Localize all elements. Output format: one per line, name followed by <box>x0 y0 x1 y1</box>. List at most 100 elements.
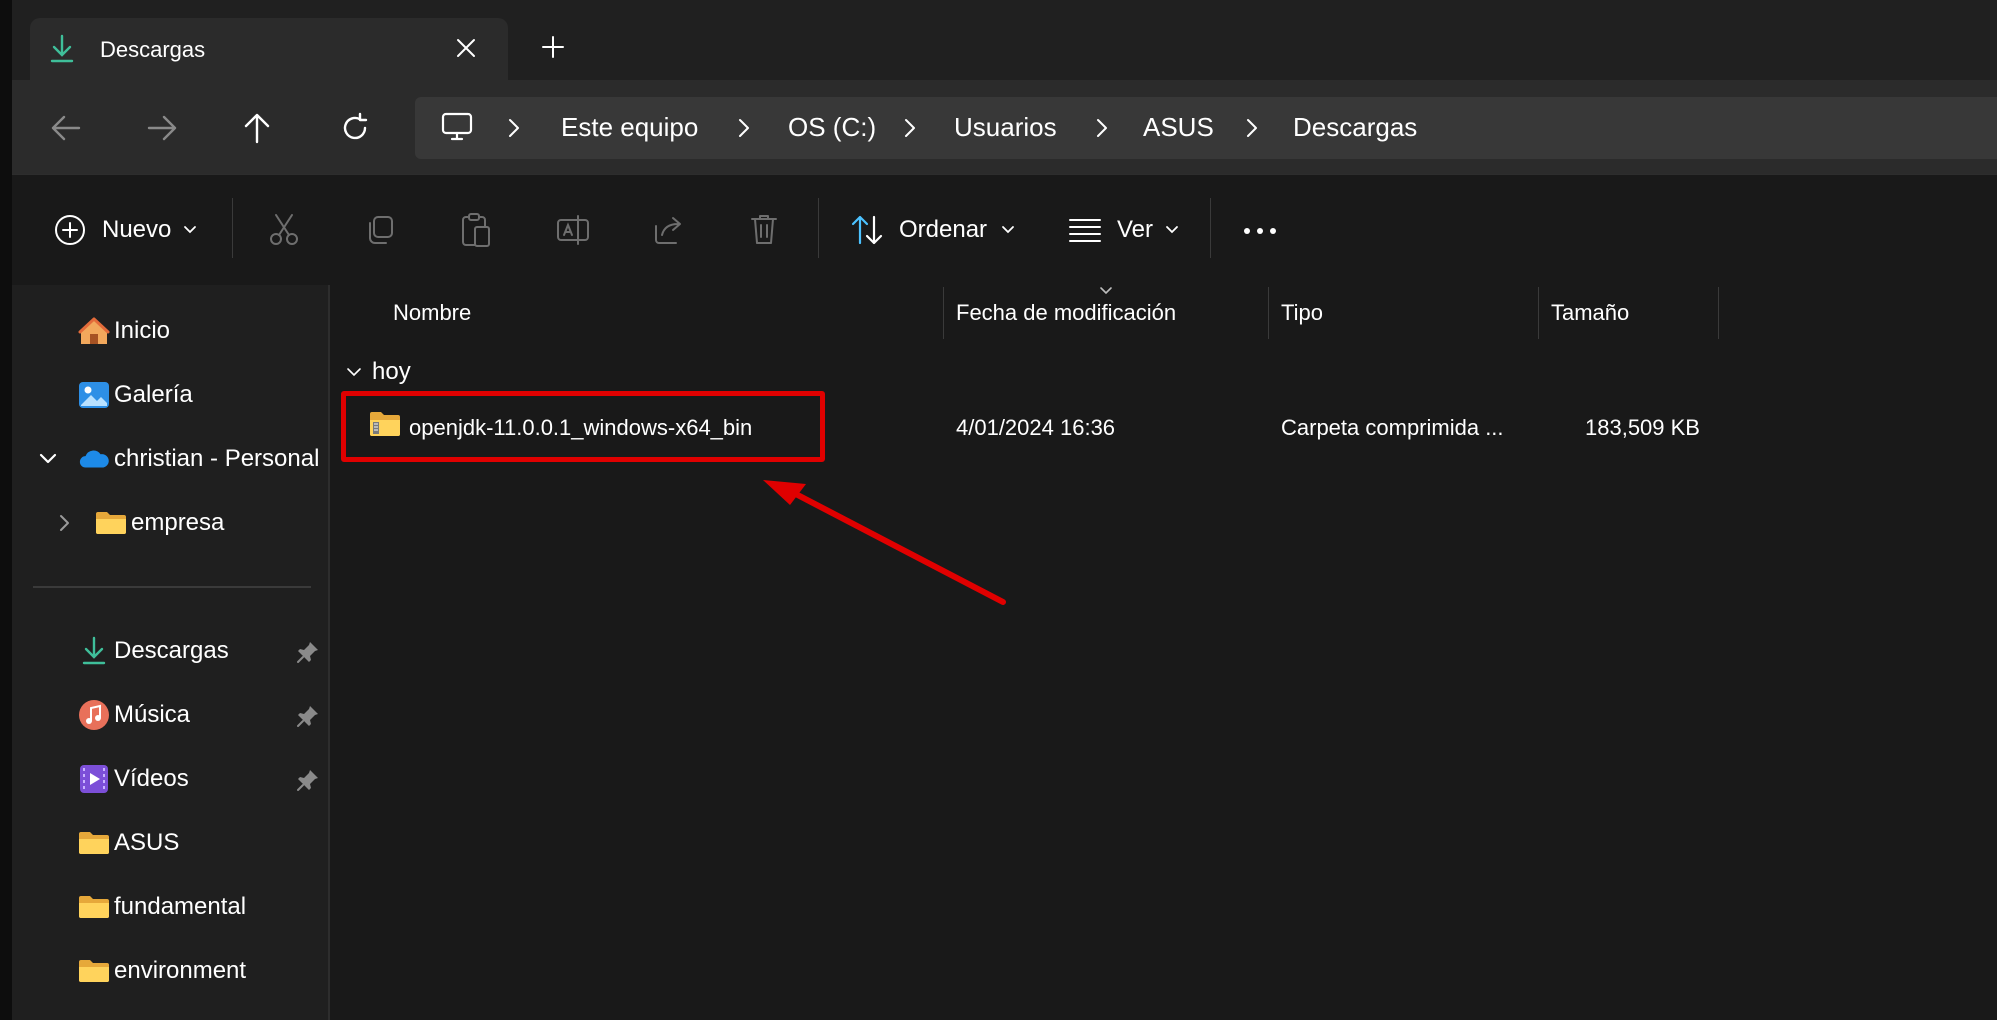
chevron-right-icon[interactable] <box>1095 117 1109 139</box>
quick-access-descargas[interactable]: Descargas <box>78 635 229 667</box>
copy-button[interactable] <box>364 214 396 246</box>
sidebar-item-label: fundamental <box>114 893 247 920</box>
chevron-right-icon[interactable] <box>737 117 751 139</box>
sidebar-item-label: ASUS <box>114 829 180 856</box>
quick-access-fundamental[interactable]: fundamental <box>78 891 246 923</box>
more-options-button[interactable] <box>1242 218 1278 244</box>
column-divider[interactable] <box>1268 287 1269 339</box>
music-icon <box>78 699 110 731</box>
quick-access-asus[interactable]: ASUS <box>78 827 179 859</box>
plus-icon <box>542 36 564 58</box>
download-icon <box>78 635 110 667</box>
list-view-icon <box>1068 216 1102 244</box>
new-button[interactable]: Nuevo <box>54 214 197 246</box>
window-edge <box>0 0 12 1020</box>
folder-icon <box>78 955 110 987</box>
paste-button[interactable] <box>460 212 492 248</box>
computer-icon[interactable] <box>441 112 473 142</box>
delete-button[interactable] <box>749 212 779 246</box>
sort-icon <box>850 214 884 246</box>
sidebar-item-inicio[interactable]: Inicio <box>78 315 170 347</box>
view-button[interactable]: Ver <box>1068 216 1179 244</box>
address-bar[interactable]: Este equipo OS (C:) Usuarios ASUS Descar… <box>415 97 1997 159</box>
sidebar-item-label: christian - Personal <box>114 445 320 472</box>
arrow-left-icon <box>51 115 81 141</box>
back-button[interactable] <box>46 108 86 148</box>
file-type: Carpeta comprimida ... <box>1281 415 1504 440</box>
rename-icon <box>557 215 589 245</box>
share-button[interactable] <box>652 214 686 246</box>
sidebar-item-onedrive[interactable]: christian - Personal <box>38 443 319 475</box>
breadcrumb-item-asus[interactable]: ASUS <box>1143 112 1214 143</box>
sort-button-label: Ordenar <box>899 216 988 243</box>
trash-icon <box>751 215 777 244</box>
sidebar-divider <box>33 586 311 588</box>
toolbar-divider <box>1210 198 1211 258</box>
sort-button[interactable]: Ordenar <box>850 214 1015 246</box>
chevron-down-icon <box>1165 225 1179 235</box>
tab-descargas[interactable]: Descargas <box>30 18 508 80</box>
column-header-size[interactable]: Tamaño <box>1551 300 1629 326</box>
toolbar-divider <box>232 198 233 258</box>
forward-button[interactable] <box>142 108 182 148</box>
sidebar-item-label: Vídeos <box>114 765 189 792</box>
chevron-right-icon[interactable] <box>1245 117 1259 139</box>
close-icon[interactable] <box>454 36 478 60</box>
more-icon <box>1244 228 1276 234</box>
new-button-label: Nuevo <box>102 216 172 243</box>
sidebar-item-label: Inicio <box>114 317 171 344</box>
folder-icon <box>78 827 110 859</box>
chevron-down-icon <box>183 225 197 235</box>
onedrive-icon <box>78 443 110 475</box>
sidebar-item-galeria[interactable]: Galería <box>78 379 193 411</box>
quick-access-musica[interactable]: Música <box>78 699 190 731</box>
file-date: 4/01/2024 16:36 <box>956 415 1116 440</box>
arrow-right-icon <box>147 115 177 141</box>
chevron-right-icon[interactable] <box>57 513 77 533</box>
video-icon <box>78 763 110 795</box>
add-circle-icon <box>54 214 86 246</box>
column-header-date[interactable]: Fecha de modificación <box>956 300 1176 326</box>
view-button-label: Ver <box>1117 216 1154 243</box>
group-label: hoy <box>372 358 411 385</box>
breadcrumb-item-os-c[interactable]: OS (C:) <box>788 112 876 143</box>
tab-title: Descargas <box>100 37 206 62</box>
pin-icon[interactable] <box>296 640 320 664</box>
chevron-right-icon[interactable] <box>507 117 521 139</box>
pin-icon[interactable] <box>296 768 320 792</box>
breadcrumb-item-este-equipo[interactable]: Este equipo <box>561 112 698 143</box>
column-divider[interactable] <box>943 287 944 339</box>
scissors-icon <box>270 214 298 245</box>
chevron-right-icon[interactable] <box>903 117 917 139</box>
breadcrumb-item-usuarios[interactable]: Usuarios <box>954 112 1057 143</box>
folder-icon <box>78 891 110 923</box>
sidebar-item-empresa[interactable]: empresa <box>57 507 224 539</box>
share-icon <box>655 217 681 244</box>
group-header-hoy[interactable]: hoy <box>346 358 411 386</box>
copy-icon <box>369 216 393 244</box>
breadcrumb-item-descargas[interactable]: Descargas <box>1293 112 1417 143</box>
quick-access-videos[interactable]: Vídeos <box>78 763 189 795</box>
column-divider[interactable] <box>1538 287 1539 339</box>
highlight-box <box>341 391 825 462</box>
folder-icon <box>95 507 127 539</box>
chevron-down-icon[interactable] <box>38 452 62 466</box>
arrow-up-icon <box>244 113 270 144</box>
quick-access-environment[interactable]: environment <box>78 955 246 987</box>
rename-button[interactable] <box>556 214 590 246</box>
cut-button[interactable] <box>268 212 300 246</box>
paste-icon <box>462 213 490 247</box>
column-header-name[interactable]: Nombre <box>393 300 471 326</box>
pin-icon[interactable] <box>296 704 320 728</box>
column-divider[interactable] <box>1718 287 1719 339</box>
download-icon <box>48 34 76 64</box>
sidebar-item-label: empresa <box>131 509 225 536</box>
chevron-down-icon <box>346 366 362 378</box>
refresh-button[interactable] <box>335 108 375 148</box>
up-button[interactable] <box>237 108 277 148</box>
column-header-type[interactable]: Tipo <box>1281 300 1323 326</box>
new-tab-button[interactable] <box>540 34 566 60</box>
sidebar-item-label: Galería <box>114 381 193 408</box>
sidebar-item-label: Descargas <box>114 637 229 664</box>
sidebar-item-label: environment <box>114 957 247 984</box>
